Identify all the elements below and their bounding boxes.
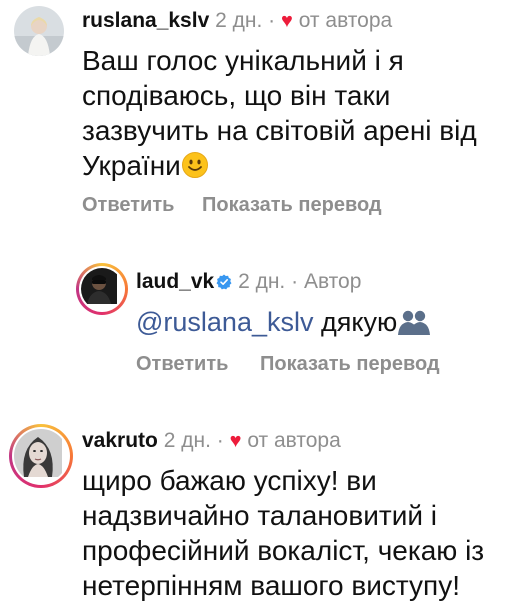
translate-button[interactable]: Показать перевод — [202, 194, 382, 216]
avatar-vakruto[interactable] — [9, 424, 73, 488]
comment-vakruto: vakruto 2 дн. · ♥ от автора щиро бажаю у… — [0, 415, 527, 603]
comment-meta: laud_vk 2 дн. · Автор — [136, 270, 361, 294]
comment-text: щиро бажаю успіху! ви надзвичайно талано… — [82, 463, 512, 603]
username[interactable]: ruslana_kslv — [82, 9, 209, 32]
avatar-ruslana[interactable] — [14, 6, 64, 56]
mention-link[interactable]: @ruslana_kslv — [136, 307, 313, 337]
comment-actions: Ответить Показать перевод — [82, 194, 382, 217]
comment-time: 2 дн. — [238, 270, 286, 293]
comment-meta: vakruto 2 дн. · ♥ от автора — [82, 429, 341, 453]
author-badge: Автор — [303, 270, 362, 293]
comment-text-content: дякую — [321, 307, 398, 337]
people-silhouette-icon — [397, 309, 431, 344]
author-like-badge: от автора — [298, 9, 393, 32]
comment-text: Ваш голос унікальний і я сподіваюсь, що … — [82, 43, 482, 187]
comment-time: 2 дн. — [163, 429, 211, 452]
comment-ruslana: ruslana_kslv 2 дн. · ♥ от автора Ваш гол… — [0, 0, 527, 235]
avatar-laud-vk[interactable] — [76, 263, 128, 315]
heart-icon: ♥ — [281, 10, 293, 32]
smiling-face-icon — [181, 151, 209, 187]
reply-button[interactable]: Ответить — [136, 353, 228, 375]
comment-actions: Ответить Показать перевод — [136, 353, 440, 376]
comment-laud-vk: laud_vk 2 дн. · Автор @ruslana_kslv дяку… — [0, 255, 527, 385]
comment-text-content: щиро бажаю успіху! ви надзвичайно талано… — [82, 465, 485, 601]
username[interactable]: vakruto — [82, 429, 158, 452]
username[interactable]: laud_vk — [136, 270, 214, 293]
comment-text: @ruslana_kslv дякую — [136, 305, 516, 344]
author-like-badge: от автора — [247, 429, 341, 452]
comment-time: 2 дн. — [215, 9, 263, 32]
verified-badge-icon — [216, 272, 232, 290]
heart-icon: ♥ — [229, 430, 242, 452]
comment-text-content: Ваш голос унікальний і я сподіваюсь, що … — [82, 45, 477, 181]
separator-dot: · — [291, 270, 299, 293]
translate-button[interactable]: Показать перевод — [260, 353, 440, 375]
reply-button[interactable]: Ответить — [82, 194, 174, 216]
comment-meta: ruslana_kslv 2 дн. · ♥ от автора — [82, 9, 392, 33]
separator-dot: · — [216, 429, 224, 452]
separator-dot: · — [268, 9, 276, 32]
